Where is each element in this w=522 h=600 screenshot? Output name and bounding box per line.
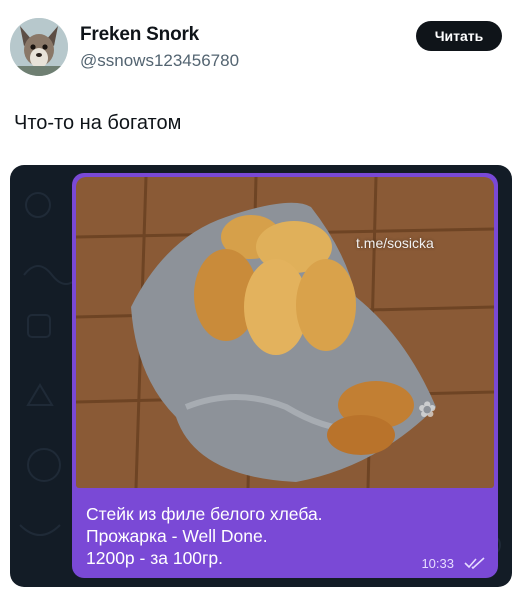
- svg-text:✿: ✿: [418, 397, 436, 422]
- follow-button[interactable]: Читать: [416, 21, 502, 51]
- caption-line: 1200р - за 100гр.: [86, 548, 224, 568]
- avatar[interactable]: [10, 18, 68, 76]
- telegram-message-bubble: ✿ t.me/sosicka Стейк из филе белого хлеб…: [72, 173, 498, 578]
- photo-illustration: ✿: [76, 177, 494, 488]
- tweet-media-image[interactable]: ✿ t.me/sosicka Стейк из филе белого хлеб…: [10, 165, 512, 587]
- tweet-text: Что-то на богатом: [14, 112, 182, 134]
- double-check-icon: [464, 557, 485, 570]
- caption-line: Прожарка - Well Done.: [86, 526, 268, 546]
- tweet-header: Freken Snork @ssnows123456780 Читать: [0, 0, 522, 90]
- author-display-name[interactable]: Freken Snork: [80, 24, 199, 46]
- caption-line: Стейк из филе белого хлеба.: [86, 504, 323, 524]
- message-time: 10:33: [421, 556, 454, 571]
- photo-watermark: t.me/sosicka: [356, 235, 434, 251]
- message-caption: Стейк из филе белого хлеба. Прожарка - W…: [86, 503, 416, 569]
- bread-photo: ✿ t.me/sosicka: [76, 177, 494, 488]
- animal-avatar-icon: [10, 18, 68, 76]
- author-handle[interactable]: @ssnows123456780: [80, 51, 239, 71]
